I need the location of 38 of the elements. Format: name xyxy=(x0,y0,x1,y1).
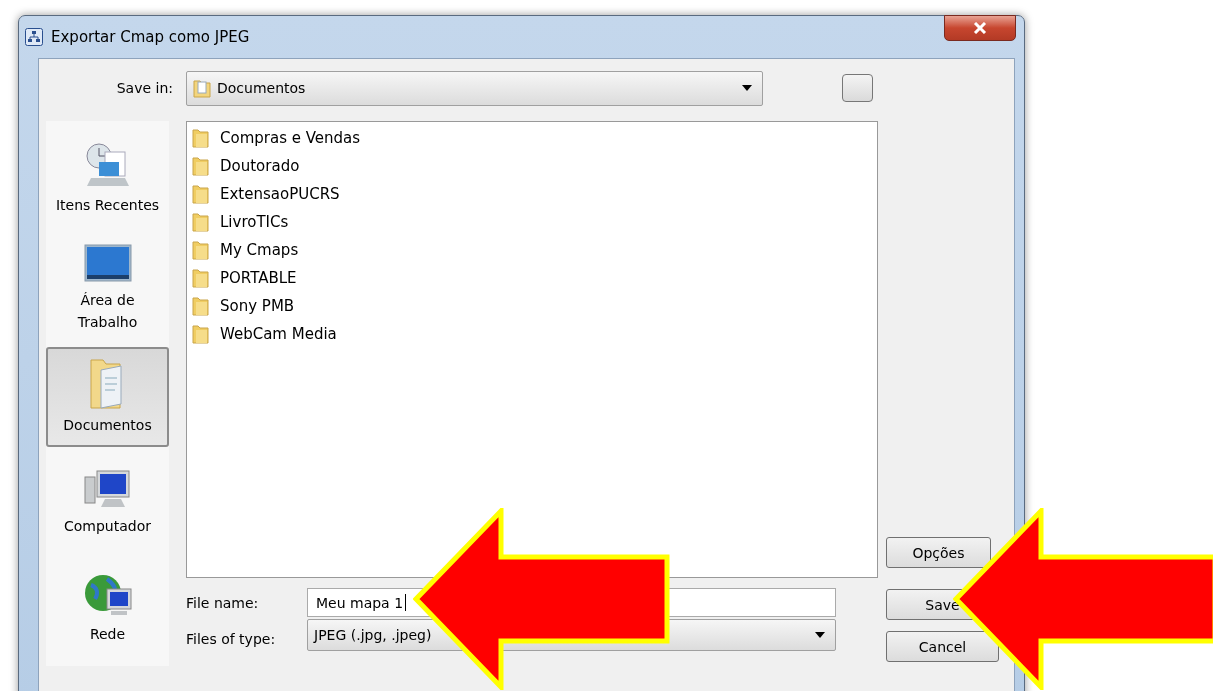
folder-item[interactable]: Doutorado xyxy=(192,152,877,180)
save-in-label: Save in: xyxy=(115,80,174,96)
file-type-value: JPEG (.jpg, .jpeg) xyxy=(314,627,433,643)
folder-icon xyxy=(192,268,210,288)
sidebar-item[interactable]: Rede xyxy=(46,559,169,659)
folder-item[interactable]: LivroTICs xyxy=(192,208,877,236)
app-icon xyxy=(25,28,43,46)
folder-item[interactable]: WebCam Media xyxy=(192,320,877,348)
view-button[interactable] xyxy=(842,74,873,102)
folder-item[interactable]: PORTABLE xyxy=(192,264,877,292)
close-button[interactable] xyxy=(944,15,1016,41)
sidebar-item[interactable]: Área de Trabalho xyxy=(46,235,169,341)
file-type-label: Files of type: xyxy=(186,631,277,647)
folder-icon xyxy=(192,212,210,232)
folder-icon xyxy=(192,156,210,176)
caret-icon xyxy=(815,632,825,638)
desktop-icon xyxy=(82,243,133,285)
folder-icon xyxy=(192,324,210,344)
caret-icon xyxy=(742,85,752,91)
sidebar-item[interactable]: Computador xyxy=(46,453,169,553)
folder-icon xyxy=(193,78,211,98)
folder-item[interactable]: ExtensaoPUCRS xyxy=(192,180,877,208)
cancel-button[interactable]: Cancel xyxy=(886,631,999,662)
save-in-dropdown[interactable]: Documentos xyxy=(186,70,763,106)
folder-icon xyxy=(192,240,210,260)
folder-icon xyxy=(192,184,210,204)
file-name-label: File name: xyxy=(186,594,260,611)
folder-item[interactable]: My Cmaps xyxy=(192,236,877,264)
folder-item[interactable]: Sony PMB xyxy=(192,292,877,320)
folder-icon xyxy=(192,296,210,316)
save-in-value: Documentos xyxy=(217,80,307,96)
sidebar-item[interactable]: Itens Recentes xyxy=(46,129,169,229)
options-button[interactable]: Opções xyxy=(886,537,991,568)
window-title: Exportar Cmap como JPEG xyxy=(51,28,250,46)
sidebar-item[interactable]: Documentos xyxy=(46,347,169,447)
folder-item[interactable]: Compras e Vendas xyxy=(192,124,877,152)
folder-icon xyxy=(192,128,210,148)
close-icon xyxy=(973,22,987,34)
